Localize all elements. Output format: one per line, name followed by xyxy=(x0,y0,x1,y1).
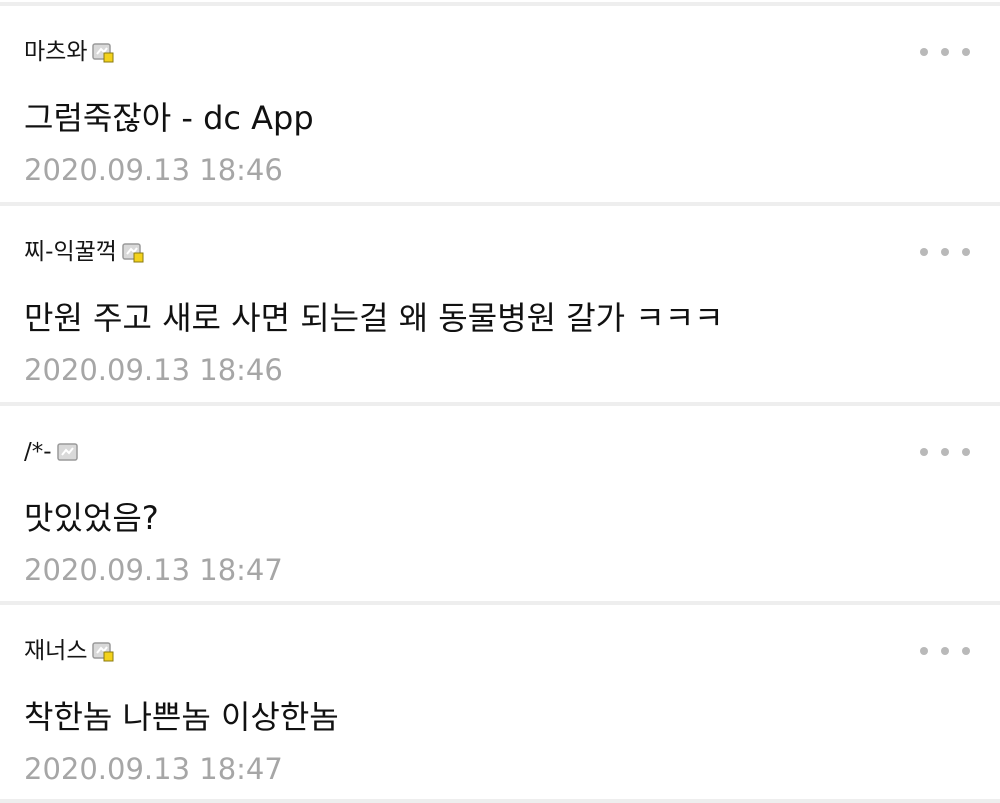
comment-nickname[interactable]: 재너스 xyxy=(24,633,87,669)
comment-item: 찌-익꿀꺽 만원 주고 새로 사면 되는걸 왜 동물병원 갈가 ㅋㅋㅋ 2020… xyxy=(0,206,1000,402)
dot-icon xyxy=(920,448,928,456)
comment-timestamp: 2020.09.13 18:47 xyxy=(24,752,283,786)
dot-icon xyxy=(941,248,949,256)
comment-nickname[interactable]: 마츠와 xyxy=(24,34,87,70)
divider xyxy=(0,799,1000,803)
dot-icon xyxy=(941,448,949,456)
gallog-icon-fixed-nick[interactable] xyxy=(91,639,115,663)
comment-author[interactable]: /*- xyxy=(24,434,80,470)
comment-text: 그럼죽잖아 - dc App xyxy=(24,99,314,137)
comment-timestamp: 2020.09.13 18:47 xyxy=(24,553,283,587)
dot-icon xyxy=(941,647,949,655)
dot-icon xyxy=(962,48,970,56)
comment-timestamp: 2020.09.13 18:46 xyxy=(24,153,283,187)
comment-item: /*- 맛있었음? 2020.09.13 18:47 xyxy=(0,406,1000,602)
dot-icon xyxy=(962,647,970,655)
gallog-icon[interactable] xyxy=(56,440,80,464)
more-options-button[interactable] xyxy=(920,242,970,262)
dot-icon xyxy=(920,248,928,256)
gallog-icon-fixed-nick[interactable] xyxy=(91,40,115,64)
more-options-button[interactable] xyxy=(920,641,970,661)
dot-icon xyxy=(962,248,970,256)
comment-author[interactable]: 재너스 xyxy=(24,633,115,669)
more-options-button[interactable] xyxy=(920,442,970,462)
dot-icon xyxy=(920,48,928,56)
comment-timestamp: 2020.09.13 18:46 xyxy=(24,353,283,387)
dot-icon xyxy=(941,48,949,56)
dot-icon xyxy=(920,647,928,655)
comment-text: 착한놈 나쁜놈 이상한놈 xyxy=(24,698,339,736)
gallog-icon-fixed-nick[interactable] xyxy=(121,240,145,264)
dot-icon xyxy=(962,448,970,456)
comment-nickname[interactable]: /*- xyxy=(24,434,52,470)
comment-item: 재너스 착한놈 나쁜놈 이상한놈 2020.09.13 18:47 xyxy=(0,605,1000,801)
comment-item: 마츠와 그럼죽잖아 - dc App 2020.09.13 18:46 xyxy=(0,6,1000,202)
comment-text: 맛있었음? xyxy=(24,499,159,537)
comment-author[interactable]: 찌-익꿀꺽 xyxy=(24,234,145,270)
comment-author[interactable]: 마츠와 xyxy=(24,34,115,70)
more-options-button[interactable] xyxy=(920,42,970,62)
comment-text: 만원 주고 새로 사면 되는걸 왜 동물병원 갈가 ㅋㅋㅋ xyxy=(24,299,724,337)
comment-nickname[interactable]: 찌-익꿀꺽 xyxy=(24,234,117,270)
